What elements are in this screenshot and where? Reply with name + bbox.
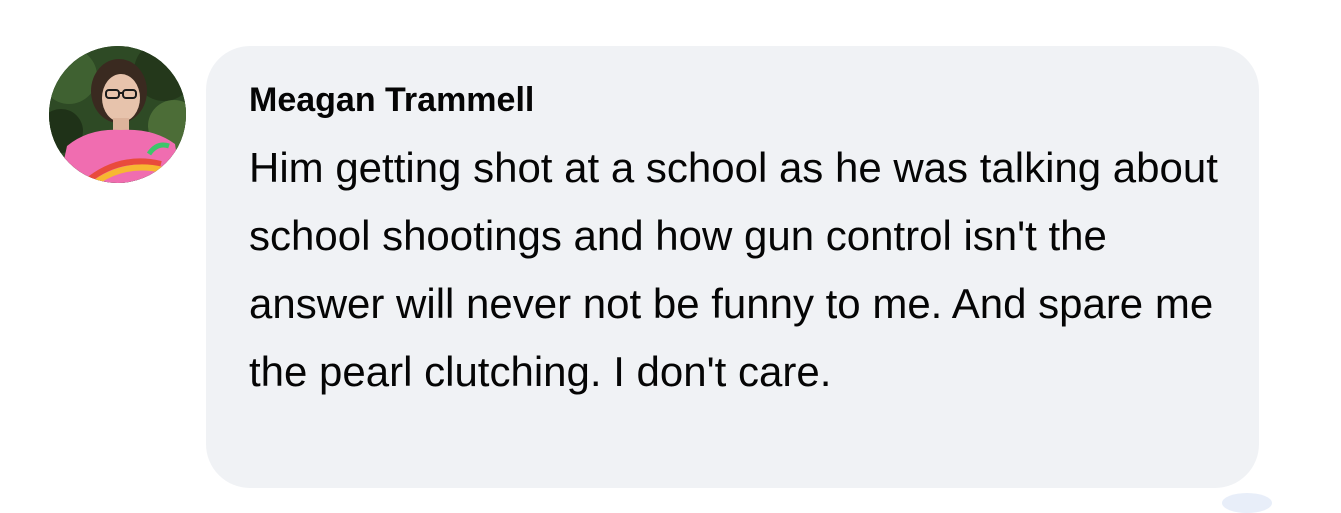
comment-bubble: Meagan Trammell Him getting shot at a sc… <box>206 46 1259 488</box>
author-avatar[interactable] <box>49 46 186 183</box>
comment-item: Meagan Trammell Him getting shot at a sc… <box>0 0 1341 513</box>
comment-body-text: Him getting shot at a school as he was t… <box>249 144 1218 395</box>
avatar-photo-icon <box>49 46 186 183</box>
reaction-icon[interactable] <box>1222 493 1272 513</box>
comment-author-name[interactable]: Meagan Trammell <box>249 78 534 122</box>
